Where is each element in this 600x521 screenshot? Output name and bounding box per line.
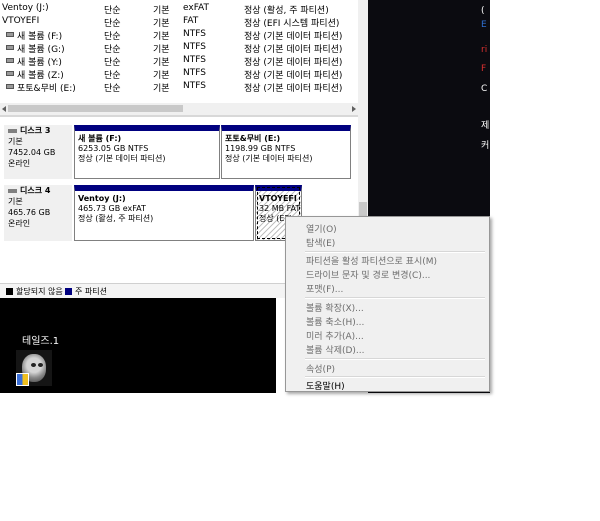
volume-type: 기본 [153,84,170,94]
volume-fs: NTFS [183,42,206,52]
disk-size: 7452.04 GB [8,148,56,157]
menu-item-open[interactable]: 열기(O) [306,222,337,235]
volume-icon [6,84,14,89]
horizontal-scrollbar[interactable] [0,103,358,115]
menu-separator [305,358,485,360]
menu-separator [305,376,485,378]
volume-icon [6,45,14,50]
desktop-text-fragment: F [481,64,487,74]
disk-type: 기본 [8,197,23,206]
volume-name: 포토&무비 (E:) [17,84,76,94]
desktop-text-fragment: E [481,20,487,30]
disk-size: 465.76 GB [8,208,51,217]
vertical-scrollbar[interactable] [358,0,368,115]
legend-swatch-unallocated [6,288,13,295]
desktop-text-fragment: ( [481,6,485,16]
partition-block[interactable]: 포토&무비 (E:) 1198.99 GB NTFS 정상 (기본 데이터 파티… [221,125,351,179]
partition-size: 465.73 GB exFAT [78,204,146,213]
eye-icon [31,363,36,367]
volume-icon [6,71,14,76]
volume-fs: NTFS [183,55,206,65]
desktop-text-fragment: ri [481,45,488,55]
volume-fs: FAT [183,16,199,26]
disk-state: 온라인 [8,219,31,228]
uac-shield-icon [16,373,29,386]
volume-fs: NTFS [183,81,206,91]
menu-item-help[interactable]: 도움말(H) [306,379,345,392]
volume-row[interactable]: 포토&무비 (E:) 단순 기본 NTFS 정상 (기본 데이터 파티션) [0,80,358,94]
volume-name: Ventoy (J:) [2,3,49,13]
menu-item-change-drive-letter[interactable]: 드라이브 문자 및 경로 변경(C)... [306,268,430,281]
menu-item-format[interactable]: 포맷(F)... [306,282,343,295]
volume-row[interactable]: Ventoy (J:) 단순 기본 exFAT 정상 (활성, 주 파티션) [0,2,358,16]
disk-state: 온라인 [8,159,31,168]
menu-item-explore[interactable]: 탐색(E) [306,236,335,249]
volume-icon [6,58,14,63]
scroll-right-icon[interactable] [352,106,356,112]
partition-status: 정상 (기본 데이터 파티션) [78,154,166,163]
volume-status: 정상 (기본 데이터 파티션) [244,84,343,94]
legend-swatch-primary [65,288,72,295]
disk-type: 기본 [8,137,23,146]
volume-row[interactable]: VTOYEFI 단순 기본 FAT 정상 (EFI 시스템 파티션) [0,15,358,29]
volume-icon [6,32,14,37]
desktop-text-fragment: 커 [481,141,490,151]
volume-row[interactable]: 새 볼륨 (Z:) 단순 기본 NTFS 정상 (기본 데이터 파티션) [0,67,358,81]
volume-fs: exFAT [183,3,210,13]
disk-name: 디스크 3 [20,126,51,135]
legend-label-unallocated: 할당되지 않음 [16,287,63,296]
disk-name: 디스크 4 [20,186,51,195]
desktop-text-fragment: 제 [481,121,490,131]
context-menu: 열기(O) 탐색(E) 파티션을 활성 파티션으로 표시(M) 드라이브 문자 … [285,216,490,392]
partition-size: 6253.05 GB NTFS [78,144,149,153]
menu-item-extend-volume[interactable]: 볼륨 확장(X)... [306,301,364,314]
partition-block[interactable]: Ventoy (J:) 465.73 GB exFAT 정상 (활성, 주 파티… [74,185,254,241]
disk-label[interactable]: 디스크 4 기본 465.76 GB 온라인 [4,185,72,241]
menu-item-properties[interactable]: 속성(P) [306,362,335,375]
scrollbar-thumb[interactable] [8,105,183,112]
desktop-app-icon[interactable] [16,350,52,386]
volume-list: Ventoy (J:) 단순 기본 exFAT 정상 (활성, 주 파티션) V… [0,0,358,115]
partition-block[interactable]: 새 볼륨 (F:) 6253.05 GB NTFS 정상 (기본 데이터 파티션… [74,125,220,179]
eye-icon [38,363,43,367]
menu-item-delete-volume[interactable]: 볼륨 삭제(D)... [306,343,365,356]
partition-status: 정상 (기본 데이터 파티션) [225,154,313,163]
disk-icon [8,128,17,133]
partition-status: 정상 (활성, 주 파티션) [78,214,154,223]
volume-fs: NTFS [183,29,206,39]
disk-label[interactable]: 디스크 3 기본 7452.04 GB 온라인 [4,125,72,179]
scroll-left-icon[interactable] [2,106,6,112]
volume-name: VTOYEFI [2,16,40,26]
menu-item-shrink-volume[interactable]: 볼륨 축소(H)... [306,315,364,328]
volume-layout: 단순 [104,84,121,94]
volume-row[interactable]: 새 볼륨 (G:) 단순 기본 NTFS 정상 (기본 데이터 파티션) [0,41,358,55]
partition-size: 32 MB FAT [259,204,301,213]
partition-name: Ventoy (J:) [78,194,126,203]
menu-item-add-mirror[interactable]: 미러 추가(A)... [306,329,364,342]
disk-icon [8,188,17,193]
partition-name: 새 볼륨 (F:) [78,134,122,143]
volume-fs: NTFS [183,68,206,78]
desktop-text-fragment: C [481,84,488,94]
partition-name: 포토&무비 (E:) [225,134,281,143]
volume-row[interactable]: 새 볼륨 (Y:) 단순 기본 NTFS 정상 (기본 데이터 파티션) [0,54,358,68]
volume-row[interactable]: 새 볼륨 (F:) 단순 기본 NTFS 정상 (기본 데이터 파티션) [0,28,358,42]
menu-separator [305,251,485,253]
partition-name: VTOYEFI [259,194,297,203]
partition-size: 1198.99 GB NTFS [225,144,296,153]
desktop-icon-label[interactable]: 테일즈.1 [22,332,59,347]
menu-item-mark-active[interactable]: 파티션을 활성 파티션으로 표시(M) [306,254,437,267]
legend-label-primary: 주 파티션 [75,287,107,296]
menu-separator [305,297,485,299]
